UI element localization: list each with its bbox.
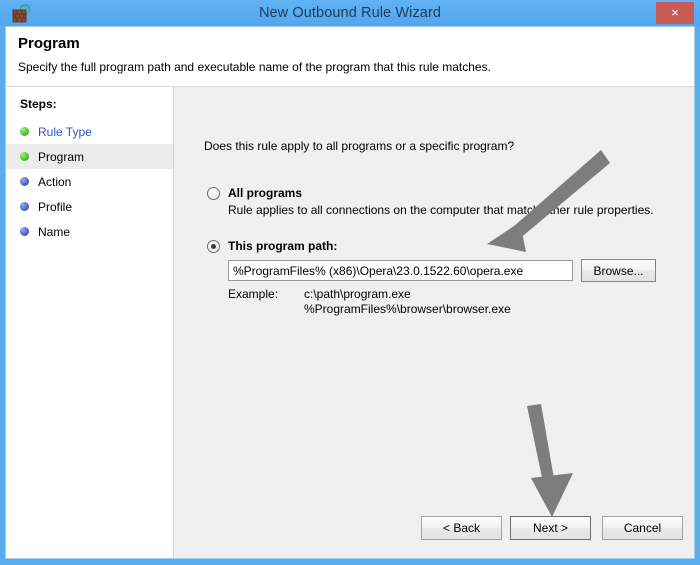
page-title: Program bbox=[18, 35, 80, 52]
footer-bar: < Back Next > Cancel bbox=[6, 502, 694, 558]
window-title: New Outbound Rule Wizard bbox=[258, 5, 442, 21]
sidebar-item-label: Profile bbox=[38, 199, 73, 214]
close-icon[interactable]: × bbox=[656, 2, 694, 24]
sidebar-item-rule-type[interactable]: Rule Type bbox=[6, 119, 173, 144]
steps-list: Rule Type Program Action Profile Name bbox=[6, 119, 173, 244]
title-bar: New Outbound Rule Wizard × bbox=[0, 0, 700, 26]
sidebar-item-label: Name bbox=[38, 224, 71, 239]
step-bullet-icon bbox=[20, 202, 29, 211]
sidebar-item-program[interactable]: Program bbox=[6, 144, 173, 169]
sidebar-item-label: Rule Type bbox=[38, 124, 92, 139]
step-bullet-icon bbox=[20, 127, 29, 136]
sidebar-item-profile[interactable]: Profile bbox=[6, 194, 173, 219]
page-subtitle: Specify the full program path and execut… bbox=[18, 60, 491, 74]
example-line-1: c:\path\program.exe bbox=[304, 287, 411, 301]
main-panel: Does this rule apply to all programs or … bbox=[175, 87, 694, 558]
radio-all-programs[interactable] bbox=[207, 187, 220, 200]
steps-sidebar: Steps: Rule Type Program Action Profile bbox=[6, 87, 174, 558]
option-this-program-path-label: This program path: bbox=[228, 239, 338, 253]
sidebar-item-action[interactable]: Action bbox=[6, 169, 173, 194]
option-all-programs-label: All programs bbox=[228, 186, 303, 200]
radio-this-program-path[interactable] bbox=[207, 240, 220, 253]
window-body: Program Specify the full program path an… bbox=[5, 26, 695, 559]
sidebar-item-label: Action bbox=[38, 174, 72, 189]
step-bullet-icon bbox=[20, 177, 29, 186]
wizard-window: New Outbound Rule Wizard × Program Speci… bbox=[0, 0, 700, 565]
step-bullet-icon bbox=[20, 152, 29, 161]
example-line-2: %ProgramFiles%\browser\browser.exe bbox=[304, 302, 511, 316]
option-all-programs[interactable]: All programs Rule applies to all connect… bbox=[207, 186, 654, 217]
question-text: Does this rule apply to all programs or … bbox=[204, 139, 515, 153]
back-button[interactable]: < Back bbox=[421, 516, 502, 540]
option-all-programs-description: Rule applies to all connections on the c… bbox=[228, 203, 654, 217]
option-this-program-path[interactable]: This program path: bbox=[207, 239, 337, 253]
program-path-row: Browse... bbox=[228, 259, 656, 282]
steps-heading: Steps: bbox=[20, 97, 57, 111]
program-path-input[interactable] bbox=[228, 260, 573, 281]
sidebar-item-label: Program bbox=[38, 149, 85, 164]
next-button[interactable]: Next > bbox=[510, 516, 591, 540]
sidebar-item-name[interactable]: Name bbox=[6, 219, 173, 244]
step-bullet-icon bbox=[20, 227, 29, 236]
cancel-button[interactable]: Cancel bbox=[602, 516, 683, 540]
page-header: Program Specify the full program path an… bbox=[6, 27, 694, 87]
example-label: Example: bbox=[228, 287, 279, 301]
browse-button[interactable]: Browse... bbox=[581, 259, 656, 282]
example-lines: c:\path\program.exe %ProgramFiles%\brows… bbox=[304, 287, 511, 317]
